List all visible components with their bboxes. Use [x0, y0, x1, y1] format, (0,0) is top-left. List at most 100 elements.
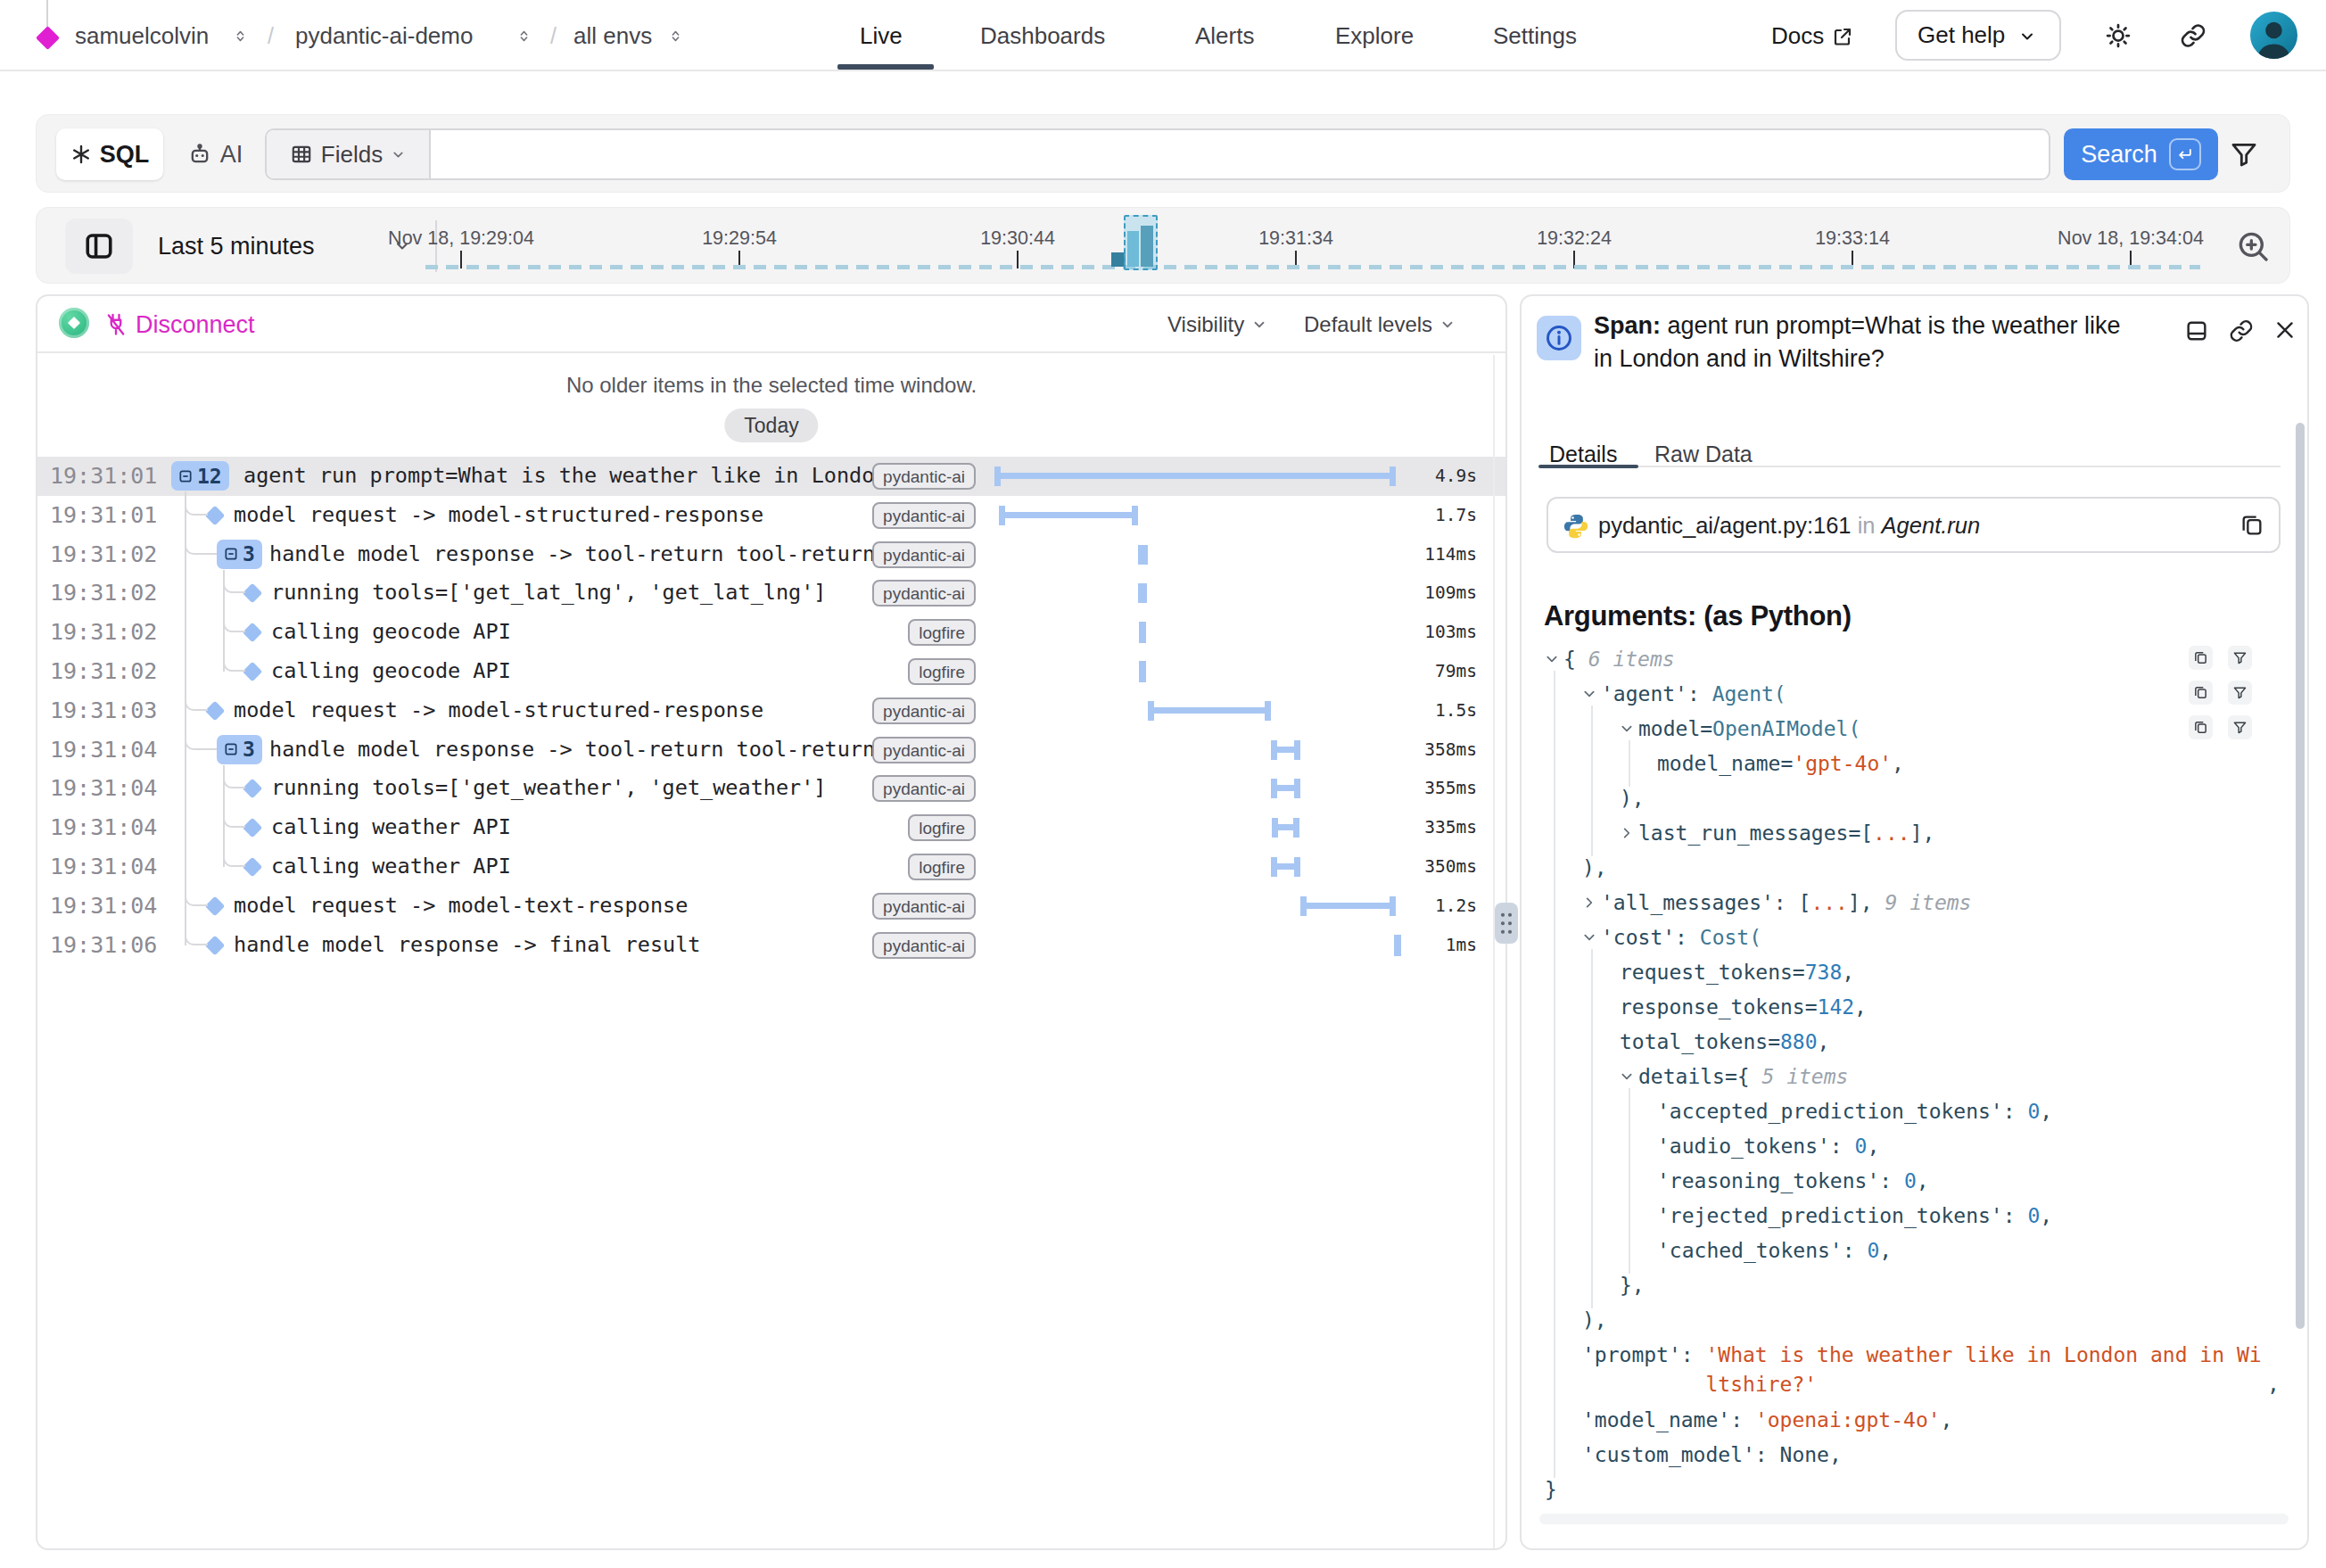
trace-row[interactable]: 19:31:04running tools=['get_weather', 'g… — [37, 769, 1505, 808]
chevron-down-icon[interactable] — [1582, 930, 1596, 945]
bar-cap — [1271, 740, 1277, 760]
bar-cap — [1390, 896, 1396, 916]
breadcrumb-env[interactable]: all envs — [573, 0, 652, 71]
get-help-label: Get help — [1918, 12, 2005, 59]
dock-panel-icon[interactable] — [2184, 318, 2209, 343]
source-location-card[interactable]: pydantic_ai/agent.py:161 in Agent.run — [1547, 497, 2281, 553]
copy-icon[interactable] — [2239, 513, 2264, 538]
panel-resize-handle[interactable] — [1495, 903, 1518, 944]
chevron-down-icon — [1439, 317, 1456, 333]
copy-button[interactable] — [2189, 681, 2213, 705]
hscrollbar-track[interactable] — [1539, 1514, 2289, 1524]
code-line: model_name='gpt-4o', — [1657, 747, 1904, 781]
scope-tag: pydantic-ai — [872, 893, 976, 920]
span-label: handle model response -> tool-return too… — [269, 730, 876, 770]
org-switcher-icon[interactable] — [234, 29, 247, 43]
tab-settings[interactable]: Settings — [1493, 0, 1577, 70]
project-switcher-icon[interactable] — [517, 29, 531, 43]
code-line: 'cost': Cost( — [1601, 920, 1761, 955]
search-input[interactable] — [433, 130, 2047, 178]
arguments-code: { 6 items'agent': Agent(model=OpenAIMode… — [1522, 642, 2309, 1534]
copy-button[interactable] — [2189, 715, 2213, 739]
filter-button[interactable] — [2228, 646, 2252, 670]
bar-cap — [1142, 545, 1148, 565]
sql-mode-button[interactable]: SQL — [56, 128, 163, 180]
default-levels-dropdown[interactable]: Default levels — [1304, 296, 1456, 353]
tree-elbow — [223, 579, 245, 593]
fields-dropdown[interactable]: Fields — [267, 130, 431, 178]
trace-row[interactable]: 19:31:043handle model response -> tool-r… — [37, 730, 1505, 770]
span-diamond-icon — [243, 623, 263, 643]
trace-row[interactable]: 19:31:04model request -> model-text-resp… — [37, 887, 1505, 926]
bar-cap — [1294, 740, 1300, 760]
ai-mode-button[interactable]: AI — [177, 128, 252, 180]
chevron-down-icon[interactable] — [1620, 722, 1634, 736]
span-diamond-icon — [243, 857, 263, 878]
connection-status-icon — [59, 308, 89, 338]
copy-button[interactable] — [2189, 646, 2213, 670]
tab-dashboards[interactable]: Dashboards — [980, 0, 1105, 70]
span-diamond-icon — [243, 583, 263, 604]
scrollbar-thumb[interactable] — [2296, 423, 2305, 1329]
live-trace-panel: Disconnect Visibility Default levels No … — [36, 294, 1507, 1550]
env-switcher-icon[interactable] — [669, 29, 682, 43]
close-icon[interactable] — [2273, 318, 2297, 342]
today-pill[interactable]: Today — [724, 409, 818, 442]
span-title-text: agent run prompt=What is the weather lik… — [1594, 312, 2121, 372]
span-kind-label: Span: — [1594, 312, 1661, 339]
docs-link[interactable]: Docs — [1771, 0, 1824, 70]
share-link-icon[interactable] — [2180, 22, 2206, 49]
filter-button[interactable] — [2228, 681, 2252, 705]
scope-tag: pydantic-ai — [872, 775, 976, 802]
search-label: Search — [2081, 141, 2157, 169]
tab-raw-data[interactable]: Raw Data — [1654, 442, 1753, 467]
code-line: 'reasoning_tokens': 0, — [1657, 1164, 1929, 1199]
trace-row[interactable]: 19:31:02calling geocode APIlogfire103ms — [37, 613, 1505, 652]
chevron-right-icon[interactable] — [1582, 895, 1596, 910]
tab-alerts[interactable]: Alerts — [1195, 0, 1254, 70]
collapse-count-badge[interactable]: 3 — [217, 540, 262, 569]
trace-row[interactable]: 19:31:0112agent run prompt=What is the w… — [37, 457, 1505, 496]
breadcrumb-org[interactable]: samuelcolvin — [75, 0, 209, 71]
trace-row[interactable]: 19:31:04calling weather APIlogfire335ms — [37, 808, 1505, 847]
timeline-selection[interactable] — [1124, 215, 1158, 270]
tree-elbow — [223, 813, 245, 828]
sidebar-toggle-button[interactable] — [65, 219, 133, 274]
indent-guide — [1629, 1088, 1630, 1274]
filter-funnel-icon[interactable] — [2229, 138, 2259, 170]
get-help-button[interactable]: Get help — [1895, 10, 2061, 61]
visibility-dropdown[interactable]: Visibility — [1167, 296, 1267, 353]
search-button[interactable]: Search — [2064, 128, 2218, 180]
chevron-down-icon[interactable] — [1582, 687, 1596, 701]
tab-details[interactable]: Details — [1549, 442, 1617, 467]
chevron-down-icon[interactable] — [1620, 1069, 1634, 1084]
trace-row[interactable]: 19:31:02calling geocode APIlogfire79ms — [37, 652, 1505, 691]
copy-link-icon[interactable] — [2229, 318, 2254, 343]
bar-cap — [1294, 857, 1300, 877]
tab-explore[interactable]: Explore — [1335, 0, 1414, 70]
span-label: running tools=['get_lat_lng', 'get_lat_l… — [271, 574, 876, 613]
theme-toggle-icon[interactable] — [2105, 22, 2132, 49]
avatar[interactable] — [2250, 12, 2297, 59]
trace-row[interactable]: 19:31:01model request -> model-structure… — [37, 496, 1505, 535]
collapse-count-badge[interactable]: 12 — [171, 461, 229, 491]
span-timestamp: 19:31:04 — [50, 887, 157, 926]
tab-live[interactable]: Live — [860, 0, 903, 70]
trace-row[interactable]: 19:31:023handle model response -> tool-r… — [37, 535, 1505, 574]
disconnect-button[interactable]: Disconnect — [103, 296, 255, 353]
trace-row[interactable]: 19:31:02running tools=['get_lat_lng', 'g… — [37, 574, 1505, 613]
scrollbar-track[interactable] — [1493, 355, 1495, 1548]
time-range-label[interactable]: Last 5 minutes — [158, 208, 315, 285]
tick-label: 19:29:54 — [702, 227, 777, 250]
chevron-down-icon[interactable] — [1545, 652, 1559, 666]
trace-row[interactable]: 19:31:03model request -> model-structure… — [37, 691, 1505, 730]
filter-button[interactable] — [2228, 715, 2252, 739]
collapse-count-badge[interactable]: 3 — [217, 735, 262, 764]
scope-tag: logfire — [908, 814, 976, 841]
breadcrumb-project[interactable]: pydantic-ai-demo — [295, 0, 473, 71]
tree-elbow — [185, 697, 208, 711]
zoom-in-icon[interactable] — [2235, 228, 2271, 264]
trace-row[interactable]: 19:31:04calling weather APIlogfire350ms — [37, 847, 1505, 887]
chevron-right-icon[interactable] — [1620, 826, 1634, 840]
trace-row[interactable]: 19:31:06handle model response -> final r… — [37, 926, 1505, 965]
